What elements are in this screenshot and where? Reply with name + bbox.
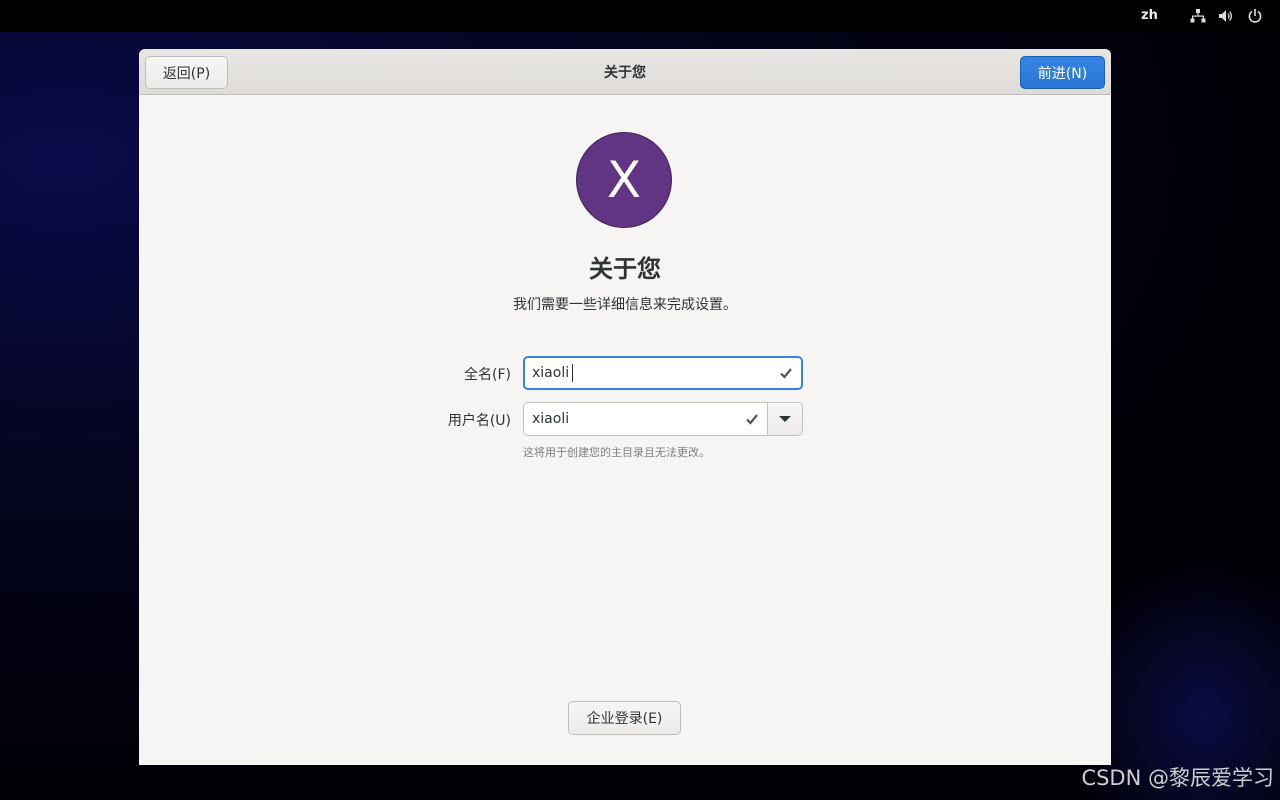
- header-bar: 返回(P) 关于您 前进(N): [139, 49, 1111, 95]
- text-caret: [572, 364, 574, 382]
- avatar-initial: X: [606, 151, 642, 209]
- page-subtitle: 我们需要一些详细信息来完成设置。: [513, 297, 737, 313]
- language-indicator[interactable]: zh: [1141, 8, 1158, 23]
- back-button[interactable]: 返回(P): [145, 56, 228, 89]
- chevron-down-icon: [779, 416, 791, 422]
- full-name-value: xiaoli: [532, 365, 570, 381]
- enterprise-login-button[interactable]: 企业登录(E): [568, 701, 681, 735]
- full-name-input[interactable]: xiaoli: [523, 356, 803, 390]
- next-button[interactable]: 前进(N): [1020, 56, 1105, 89]
- watermark: CSDN @黎辰爱学习: [1081, 766, 1274, 790]
- power-icon[interactable]: [1247, 8, 1263, 24]
- username-label: 用户名(U): [447, 413, 511, 429]
- page-title: 关于您: [589, 255, 661, 283]
- avatar[interactable]: X: [576, 132, 672, 228]
- network-icon[interactable]: [1190, 8, 1206, 24]
- window-title: 关于您: [604, 65, 646, 81]
- check-icon: [780, 368, 792, 379]
- setup-window: 返回(P) 关于您 前进(N) X 关于您 我们需要一些详细信息来完成设置。 全…: [139, 49, 1111, 765]
- username-value: xiaoli: [532, 411, 570, 427]
- full-name-label: 全名(F): [464, 367, 511, 383]
- username-dropdown-button[interactable]: [767, 402, 803, 436]
- top-bar: zh: [0, 0, 1280, 32]
- volume-icon[interactable]: [1218, 8, 1234, 24]
- username-hint: 这将用于创建您的主目录且无法更改。: [523, 446, 710, 459]
- check-icon: [746, 414, 758, 425]
- username-input[interactable]: xiaoli: [523, 402, 768, 436]
